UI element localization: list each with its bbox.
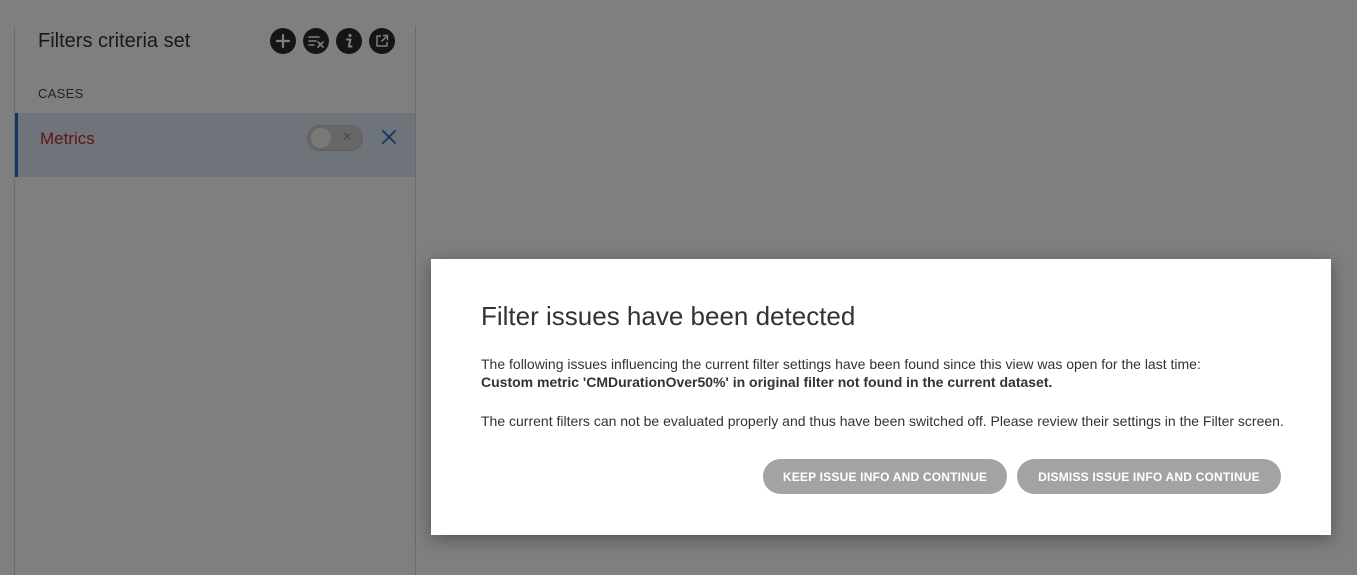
dismiss-issue-info-button[interactable]: DISMISS ISSUE INFO AND CONTINUE bbox=[1017, 459, 1281, 494]
app-root: Filters criteria set bbox=[0, 0, 1357, 575]
keep-issue-info-button[interactable]: KEEP ISSUE INFO AND CONTINUE bbox=[763, 459, 1007, 494]
filter-issues-dialog: Filter issues have been detected The fol… bbox=[431, 259, 1331, 535]
dialog-message-intro: The following issues influencing the cur… bbox=[481, 356, 1201, 372]
dialog-message-action: The current filters can not be evaluated… bbox=[481, 413, 1284, 429]
dialog-title: Filter issues have been detected bbox=[481, 301, 856, 331]
dialog-message-issue: Custom metric 'CMDurationOver50%' in ori… bbox=[481, 374, 1053, 390]
